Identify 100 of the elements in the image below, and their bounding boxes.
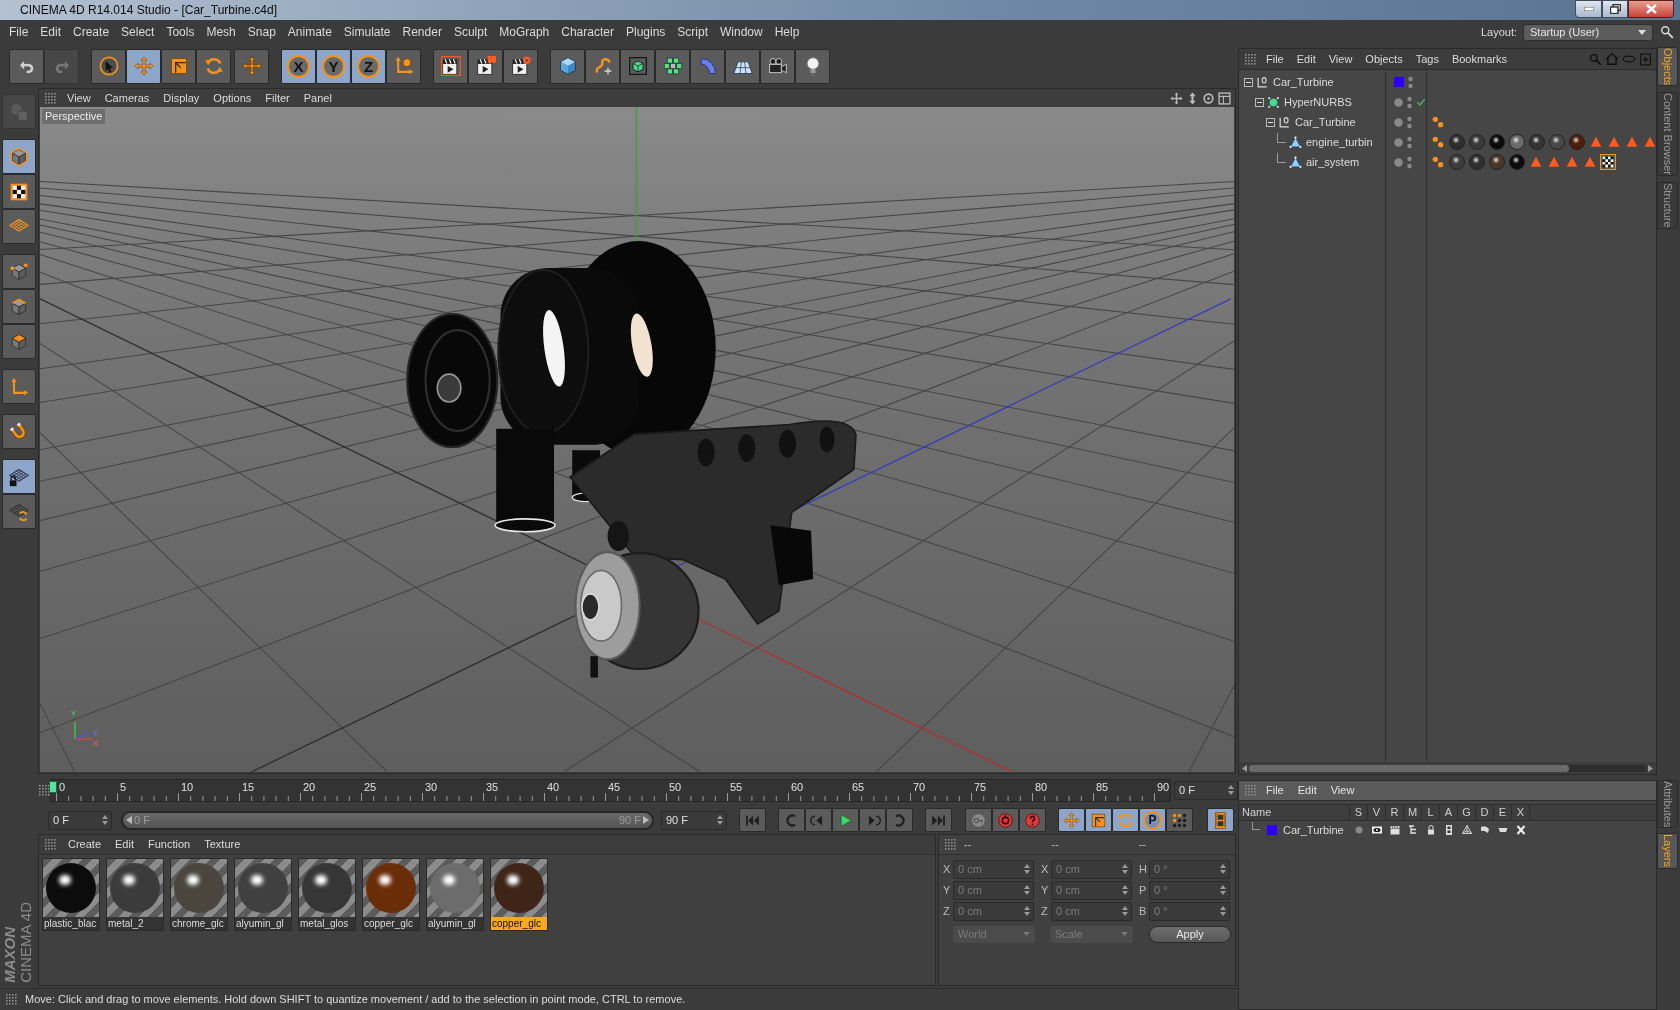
side-tab[interactable]: Content Browser <box>1657 92 1678 177</box>
material-swatch[interactable]: plastic_blac <box>42 858 100 931</box>
layer-dot-icon[interactable] <box>1394 157 1403 167</box>
pyramid-icon[interactable] <box>1461 824 1473 836</box>
layer-color-swatch-icon[interactable] <box>1394 77 1404 87</box>
play-button[interactable] <box>832 808 859 832</box>
visibility-dots-icon[interactable] <box>1408 75 1413 89</box>
material-tag-icon[interactable] <box>1529 134 1545 150</box>
visibility-dots-icon[interactable] <box>1407 115 1412 129</box>
render-viewer-button[interactable] <box>468 48 503 84</box>
menu-item[interactable]: Tools <box>166 26 195 38</box>
next-key-button[interactable] <box>886 808 913 832</box>
viewport-menu-item[interactable]: Cameras <box>104 92 150 104</box>
layer-dot-icon[interactable] <box>1394 117 1403 127</box>
material-tag-icon[interactable] <box>1449 154 1465 170</box>
floor-button[interactable] <box>725 48 760 84</box>
menu-item[interactable]: Animate <box>287 26 332 38</box>
side-tab[interactable]: Structure <box>1657 182 1678 229</box>
rotation-key-button[interactable] <box>1112 808 1139 832</box>
bent-shape-icon[interactable] <box>1479 824 1491 836</box>
material-tag-icon[interactable] <box>1469 154 1485 170</box>
menu-item[interactable]: Select <box>121 26 155 38</box>
object-menu-item[interactable]: File <box>1266 53 1284 65</box>
material-tag-icon[interactable] <box>1509 154 1525 170</box>
object-menu-item[interactable]: View <box>1328 53 1353 65</box>
viewport-menu-item[interactable]: Display <box>163 92 200 104</box>
light-button[interactable] <box>795 48 830 84</box>
layer-menu-item[interactable]: View <box>1330 785 1355 796</box>
material-swatch[interactable]: alyumin_gl <box>426 858 484 931</box>
viewport-menu-item[interactable]: View <box>67 92 91 104</box>
timeline-ruler[interactable]: 0 5 10 15 20 25 30 35 40 45 50 55 60 65 70 75 80 85 90 <box>50 778 1171 802</box>
clapperboard-icon[interactable] <box>1389 824 1401 836</box>
collapse-box-icon[interactable] <box>1266 117 1275 127</box>
layer-column-header[interactable]: X <box>1512 805 1530 820</box>
material-swatch[interactable]: metal_2 <box>106 858 164 931</box>
menu-item[interactable]: File <box>9 26 29 38</box>
minimize-button[interactable] <box>1575 0 1602 18</box>
spline-button[interactable] <box>585 48 620 84</box>
menu-item[interactable]: Mesh <box>206 26 236 38</box>
viewport-menu-item[interactable]: Options <box>213 92 252 104</box>
menu-item[interactable]: Create <box>73 26 110 38</box>
scroll-left-arrow-icon[interactable] <box>1242 764 1247 772</box>
visibility-dots-icon[interactable] <box>1407 155 1412 169</box>
checkmark-icon[interactable] <box>1416 97 1426 107</box>
collapse-box-icon[interactable] <box>1255 97 1264 107</box>
lock-workplane-button[interactable] <box>2 459 36 494</box>
axis-mode-button[interactable] <box>2 369 36 404</box>
side-tab[interactable]: Attributes <box>1657 780 1678 829</box>
cloner-button[interactable] <box>655 48 690 84</box>
object-name[interactable]: engine_turbin <box>1306 136 1373 148</box>
material-tag-icon[interactable] <box>1489 154 1505 170</box>
object-menu-item[interactable]: Objects <box>1365 53 1403 65</box>
previous-key-button[interactable] <box>778 808 805 832</box>
search-icon[interactable] <box>1660 25 1674 39</box>
scrollbar-thumb[interactable] <box>1249 764 1569 772</box>
material-tag-icon[interactable] <box>1469 134 1485 150</box>
close-button[interactable] <box>1628 0 1674 18</box>
workplane-mode-button[interactable] <box>2 209 36 244</box>
material-tag-icon[interactable] <box>1509 134 1525 150</box>
layer-column-header[interactable]: V <box>1368 805 1386 820</box>
dot-icon[interactable] <box>1353 824 1365 836</box>
menu-item[interactable]: Character <box>561 26 614 38</box>
hierarchy-icon[interactable] <box>1407 824 1419 836</box>
points-mode-button[interactable] <box>2 254 36 289</box>
texture-mode-button[interactable] <box>2 174 36 209</box>
viewport-menu-item[interactable]: Panel <box>303 92 332 104</box>
menu-item[interactable]: Edit <box>40 26 62 38</box>
menu-item[interactable]: Snap <box>247 26 276 38</box>
rotate-tool-button[interactable] <box>196 48 231 84</box>
layer-menu-item[interactable]: File <box>1266 785 1284 796</box>
eye-icon[interactable] <box>1371 824 1383 836</box>
menu-item[interactable]: MoGraph <box>499 26 550 38</box>
menu-item[interactable]: Simulate <box>343 26 391 38</box>
maximize-button[interactable] <box>1602 0 1628 18</box>
3d-viewport[interactable]: Perspective Y Z X <box>40 107 1234 772</box>
layer-dot-icon[interactable] <box>1394 137 1403 147</box>
point-level-button[interactable] <box>1166 808 1193 832</box>
material-swatch[interactable]: copper_glc <box>490 858 548 931</box>
object-name[interactable]: air_system <box>1306 156 1360 168</box>
scroll-right-arrow-icon[interactable] <box>1648 764 1653 772</box>
move-tool-button[interactable] <box>126 48 161 84</box>
scale-tool-button[interactable] <box>161 48 196 84</box>
render-view-button[interactable] <box>433 48 468 84</box>
object-menu-item[interactable]: Tags <box>1415 53 1439 65</box>
subdivision-button[interactable] <box>620 48 655 84</box>
material-swatch[interactable]: alyumin_gl <box>234 858 292 931</box>
current-frame-field[interactable]: 0 F <box>1174 780 1238 800</box>
material-tag-icon[interactable] <box>1489 134 1505 150</box>
material-swatch[interactable]: chrome_glc <box>170 858 228 931</box>
layer-menu-item[interactable]: Edit <box>1297 785 1317 796</box>
material-tag-icon[interactable] <box>1449 134 1465 150</box>
record-button[interactable] <box>965 808 992 832</box>
film-strip-icon[interactable] <box>1443 824 1455 836</box>
material-menu-item[interactable]: Create <box>68 839 102 850</box>
start-frame-field[interactable]: 0 F <box>48 810 112 830</box>
timeline-button[interactable] <box>1207 808 1234 832</box>
model-mode-button[interactable] <box>2 139 36 174</box>
position-key-button[interactable] <box>1058 808 1085 832</box>
camera-button[interactable] <box>760 48 795 84</box>
object-name[interactable]: Car_Turbine <box>1273 76 1334 88</box>
